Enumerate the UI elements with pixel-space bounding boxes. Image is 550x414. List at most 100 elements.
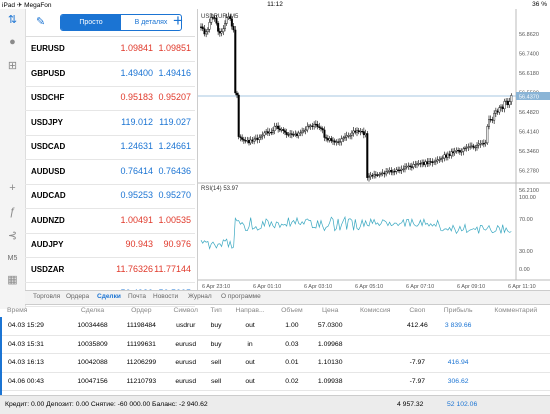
edit-icon[interactable]: ✎ bbox=[36, 15, 45, 28]
candle-body bbox=[486, 126, 488, 142]
candle-body bbox=[389, 170, 391, 171]
table-row[interactable]: 04.03 16:13 10042088 11206299 eurusd sell out… bbox=[1, 354, 550, 373]
candle-body bbox=[257, 138, 259, 140]
tab-5[interactable]: Журнал bbox=[188, 293, 212, 300]
candle-body bbox=[360, 131, 362, 132]
tab-4[interactable]: Новости bbox=[153, 293, 178, 300]
simple-view-button[interactable]: Просто bbox=[61, 15, 121, 30]
candle-body bbox=[397, 170, 399, 171]
column-header[interactable]: Ордер bbox=[117, 304, 165, 317]
candle-body bbox=[377, 175, 379, 176]
view-mode-toggle[interactable]: Просто В деталях bbox=[60, 14, 182, 31]
column-header[interactable]: Прибыль bbox=[435, 304, 482, 317]
quote-ask: 1.09851 bbox=[139, 43, 191, 53]
cell-type: buy bbox=[206, 335, 226, 354]
candle-body bbox=[303, 131, 305, 132]
candle-body bbox=[354, 131, 356, 132]
chart-area[interactable]: USDRUR, M5 RSI(14) 53.97 56.8620 56.7400 56.… bbox=[197, 9, 550, 290]
table-row[interactable]: 04.03 15:31 10035809 11199631 eurusd buy in 0.… bbox=[1, 335, 550, 354]
quote-ask: 11.77144 bbox=[139, 264, 191, 274]
detailed-view-button[interactable]: В деталях bbox=[121, 15, 181, 30]
candle-body bbox=[440, 159, 442, 160]
column-header[interactable]: Тип bbox=[206, 304, 226, 317]
column-header[interactable]: Время bbox=[1, 304, 68, 317]
quote-row[interactable]: USDJPY 119.012 119.027 bbox=[25, 111, 195, 136]
cell-commission bbox=[350, 317, 400, 335]
cell-comment bbox=[482, 372, 550, 391]
rsi-tick-label: 70.00 bbox=[519, 217, 533, 223]
candle-body bbox=[305, 130, 307, 131]
candle-body bbox=[293, 135, 295, 136]
table-row[interactable]: 04.03 15:29 10034468 11198484 usdrur buy out 1… bbox=[1, 317, 550, 335]
candle-body bbox=[236, 93, 238, 95]
column-header[interactable]: Комментарий bbox=[482, 304, 550, 317]
candle-body bbox=[214, 18, 216, 19]
column-header[interactable]: Направ... bbox=[226, 304, 274, 317]
chat-icon[interactable]: ● bbox=[4, 35, 21, 50]
cell-swap: -7.97 bbox=[400, 372, 435, 391]
candle-body bbox=[229, 17, 231, 19]
candle-body bbox=[200, 27, 202, 28]
tab-6[interactable]: О программе bbox=[221, 293, 261, 300]
candle-body bbox=[454, 151, 456, 153]
quote-row[interactable]: AUDCAD 0.95253 0.95270 bbox=[25, 184, 195, 209]
cell-type: buy bbox=[206, 317, 226, 335]
cell-symbol: usdrur bbox=[166, 317, 206, 335]
timeframe-icon[interactable]: M5 bbox=[4, 251, 21, 266]
candle-body bbox=[469, 146, 471, 147]
candle-body bbox=[253, 139, 255, 141]
tab-2[interactable]: Сделки bbox=[97, 293, 121, 300]
candle-body bbox=[337, 142, 339, 143]
candle-body bbox=[418, 163, 420, 164]
tab-1[interactable]: Ордера bbox=[66, 293, 89, 300]
cell-order: 11206299 bbox=[117, 354, 165, 373]
candle-body bbox=[425, 162, 427, 165]
candle-body bbox=[368, 177, 370, 178]
candle-body bbox=[461, 151, 463, 152]
candle-body bbox=[322, 128, 324, 129]
tab-3[interactable]: Почта bbox=[128, 293, 146, 300]
column-header[interactable]: Цена bbox=[310, 304, 351, 317]
quote-row[interactable]: AUDUSD 0.76414 0.76436 bbox=[25, 160, 195, 185]
column-header[interactable]: Объем bbox=[274, 304, 310, 317]
candle-body bbox=[286, 132, 288, 134]
tab-0[interactable]: Торговля bbox=[33, 293, 60, 300]
column-header[interactable]: Своп bbox=[400, 304, 435, 317]
cell-volume: 0.03 bbox=[274, 335, 310, 354]
candle-body bbox=[492, 120, 494, 121]
quote-row[interactable]: AUDJPY 90.943 90.976 bbox=[25, 233, 195, 258]
price-tick-label: 56.4820 bbox=[519, 110, 539, 116]
candle-body bbox=[363, 132, 365, 135]
column-header[interactable]: Комиссия bbox=[350, 304, 400, 317]
deals-table: Время Сделка Ордер Символ Тип Направ... Объем Ц… bbox=[0, 304, 550, 410]
price-tick-label: 56.8620 bbox=[519, 32, 539, 38]
candle-body bbox=[507, 101, 509, 105]
calendar-icon[interactable]: ▦ bbox=[4, 273, 21, 288]
quotes-toolbar: ✎ Просто В деталях + bbox=[25, 9, 195, 37]
candle-body bbox=[480, 143, 482, 144]
candle-body bbox=[317, 124, 319, 126]
objects-icon[interactable]: ⊰ bbox=[4, 229, 21, 244]
add-symbol-icon[interactable]: + bbox=[173, 11, 183, 31]
quote-row[interactable]: USDCHF 0.95183 0.95207 bbox=[25, 86, 195, 111]
indicator-icon[interactable]: ƒ bbox=[4, 205, 21, 220]
quote-row[interactable]: GBPUSD 1.49400 1.49416 bbox=[25, 62, 195, 87]
candle-body bbox=[488, 119, 490, 126]
candle-body bbox=[313, 124, 315, 127]
quote-row[interactable]: AUDNZD 1.00491 1.00535 bbox=[25, 209, 195, 234]
quotes-icon[interactable]: ⇅ bbox=[4, 13, 21, 28]
cell-comment bbox=[482, 317, 550, 335]
new-chart-icon[interactable]: ⊞ bbox=[4, 59, 21, 74]
candle-body bbox=[435, 161, 437, 162]
candle-body bbox=[344, 137, 346, 138]
column-header[interactable]: Символ bbox=[166, 304, 206, 317]
quote-row[interactable]: EURUSD 1.09841 1.09851 bbox=[25, 37, 195, 62]
candle-body bbox=[450, 152, 452, 156]
column-header[interactable]: Сделка bbox=[68, 304, 117, 317]
candle-body bbox=[329, 138, 331, 140]
crosshair-icon[interactable]: + bbox=[4, 181, 21, 196]
quote-row[interactable]: USDZAR 11.76326 11.77144 bbox=[25, 258, 195, 283]
quote-row[interactable]: USDCAD 1.24631 1.24661 bbox=[25, 135, 195, 160]
table-row[interactable]: 04.06 00:43 10047156 11210793 eurusd sell out… bbox=[1, 372, 550, 391]
rsi-tick-label: 0.00 bbox=[519, 267, 530, 273]
